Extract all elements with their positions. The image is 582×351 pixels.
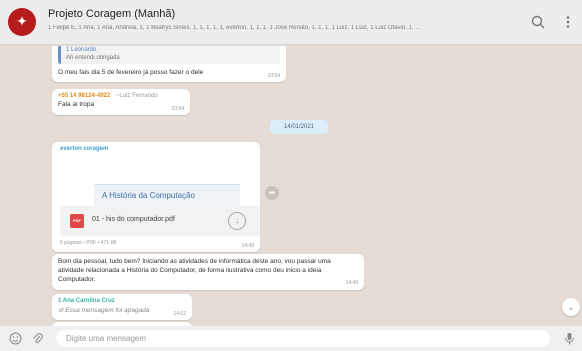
scroll-down-button[interactable]: ⌄ xyxy=(562,298,580,316)
document-message[interactable]: everton coragem A História da Computação… xyxy=(52,142,260,252)
download-button[interactable]: ↓ xyxy=(228,212,246,230)
message-text: Fala ai tropa xyxy=(58,101,95,108)
message-input[interactable] xyxy=(56,330,550,347)
search-icon[interactable] xyxy=(530,14,546,30)
slide-thumbnail: A História da Computação xyxy=(94,184,240,206)
quoted-message[interactable]: 1 Leonardo Ah entendi obrigada xyxy=(58,46,280,64)
message-text: Bom dia pessoal, tudo bem? Iniciando as … xyxy=(58,258,331,283)
microphone-icon[interactable] xyxy=(563,332,576,345)
group-logo-icon: ✦ xyxy=(16,14,28,30)
file-meta: 5 páginas • PDF • 471 kB xyxy=(60,240,117,246)
message-composer xyxy=(0,326,582,351)
kebab-menu-icon[interactable] xyxy=(560,14,576,30)
emoji-icon[interactable] xyxy=(9,332,22,345)
file-attachment[interactable]: PDF 01 - his do computador.pdf ↓ xyxy=(60,206,260,236)
pdf-file-icon: PDF xyxy=(70,214,84,228)
message-bubble[interactable]: Bom dia pessoal, tudo bem? Iniciando as … xyxy=(52,254,364,290)
deleted-message-bubble[interactable]: 1 Ana Carolina Cruz ⊘ Essa mensagem foi … xyxy=(52,294,192,320)
group-avatar[interactable]: ✦ xyxy=(8,8,36,36)
deleted-text: Essa mensagem foi apagada xyxy=(65,307,150,314)
blocked-icon: ⊘ xyxy=(58,307,64,314)
download-icon: ↓ xyxy=(235,216,239,225)
message-list[interactable]: 1 Leonardo Ah entendi obrigada O meu fai… xyxy=(0,46,582,326)
message-time: 10:54 xyxy=(171,106,184,112)
sender-name[interactable]: everton coragem xyxy=(60,146,108,152)
date-divider: 14/01/2021 xyxy=(270,120,328,134)
sender-header: +55 14 98124-4922 ~Luiz Fernando xyxy=(58,93,184,99)
message-bubble[interactable]: +55 14 98124-4922 ~Luiz Fernando Fala ai… xyxy=(52,89,190,115)
message-text: O meu fais dia 5 de fevereiro já posso f… xyxy=(58,69,204,76)
deleted-message: ⊘ Essa mensagem foi apagada xyxy=(58,306,186,314)
sender-phone[interactable]: +55 14 98124-4922 xyxy=(58,93,110,99)
quote-author: 1 Leonardo xyxy=(66,47,97,53)
document-preview[interactable]: A História da Computação xyxy=(60,158,260,210)
message-time: 14:49 xyxy=(241,243,254,249)
message-time: 14:49 xyxy=(345,280,358,287)
forward-button[interactable]: ➦ xyxy=(265,186,279,200)
sender-name-hint: ~Luiz Fernando xyxy=(115,93,158,99)
quote-text: Ah entendi obrigada xyxy=(66,55,120,61)
message-time: 10:54 xyxy=(267,73,280,79)
chat-members: 1 Felipe E, 1 Ana, 1 Ana, Andreia, 1, 1 … xyxy=(48,25,421,31)
message-bubble[interactable]: 1 Leonardo Ah entendi obrigada O meu fai… xyxy=(52,46,286,82)
chevron-down-icon: ⌄ xyxy=(567,302,575,312)
share-icon: ➦ xyxy=(268,188,276,197)
chat-title[interactable]: Projeto Coragem (Manhã) xyxy=(48,8,175,20)
file-name[interactable]: 01 - his do computador.pdf xyxy=(92,216,175,223)
sender-name[interactable]: 1 Ana Carolina Cruz xyxy=(58,298,186,304)
chat-header[interactable]: ✦ Projeto Coragem (Manhã) 1 Felipe E, 1 … xyxy=(0,0,582,45)
message-time: 14:52 xyxy=(173,311,186,317)
slide-title: A História da Computação xyxy=(102,191,195,200)
paperclip-icon[interactable] xyxy=(31,332,44,345)
